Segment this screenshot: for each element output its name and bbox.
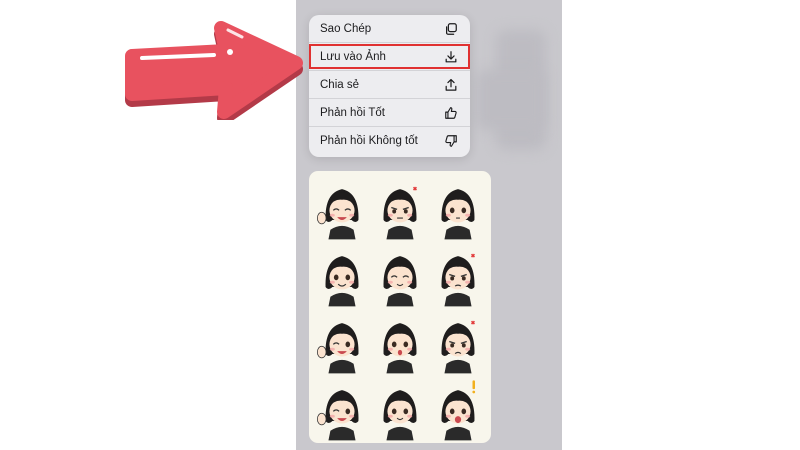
menu-item-good-feedback[interactable]: Phản hồi Tốt xyxy=(309,99,470,127)
menu-item-label: Phản hồi Không tốt xyxy=(320,135,418,147)
share-icon xyxy=(445,78,457,91)
sticker-face xyxy=(383,323,417,374)
download-icon xyxy=(445,50,457,62)
sticker-waving-happy xyxy=(313,173,371,240)
sticker-face xyxy=(441,320,475,374)
sticker-grid xyxy=(313,173,487,441)
sticker-face xyxy=(316,390,359,441)
menu-item-share[interactable]: Chia sẻ xyxy=(309,71,470,99)
context-menu: Sao Chép Lưu vào Ảnh Chia sẻ Phản hồi Tố… xyxy=(309,15,470,157)
menu-item-label: Sao Chép xyxy=(320,22,372,35)
sticker-content xyxy=(371,240,429,307)
sticker-neutral xyxy=(429,173,487,240)
sticker-surprised xyxy=(429,374,487,441)
sticker-face xyxy=(316,323,359,374)
menu-item-save-to-photos[interactable]: Lưu vào Ảnh xyxy=(309,43,470,71)
menu-item-label: Chia sẻ xyxy=(320,78,359,91)
thumbs-up-icon xyxy=(445,106,457,119)
sticker-smiling xyxy=(313,240,371,307)
sticker-face xyxy=(316,189,359,240)
menu-item-bad-feedback[interactable]: Phản hồi Không tốt xyxy=(309,127,470,155)
sticker-face xyxy=(441,253,475,307)
menu-item-label: Lưu vào Ảnh xyxy=(320,50,386,63)
sticker-face xyxy=(383,256,417,307)
sticker-annoyed xyxy=(371,173,429,240)
blurred-background xyxy=(476,70,546,130)
thumbs-down-icon xyxy=(445,135,457,147)
sticker-face xyxy=(383,186,417,240)
menu-item-copy[interactable]: Sao Chép xyxy=(309,15,470,43)
sticker-waving-wink xyxy=(313,374,371,441)
pointing-arrow-icon xyxy=(125,21,303,120)
sticker-preview-image[interactable] xyxy=(309,171,491,443)
sticker-face xyxy=(441,189,475,240)
sticker-angry xyxy=(429,240,487,307)
sticker-face xyxy=(325,256,359,307)
sticker-hands-clasped xyxy=(371,374,429,441)
sticker-angry-frown xyxy=(429,307,487,374)
sticker-waving-wink xyxy=(313,307,371,374)
menu-item-label: Phản hồi Tốt xyxy=(320,106,386,119)
sticker-face xyxy=(441,380,476,441)
copy-icon xyxy=(446,22,457,35)
sticker-face xyxy=(383,390,417,441)
sticker-blushing xyxy=(371,307,429,374)
